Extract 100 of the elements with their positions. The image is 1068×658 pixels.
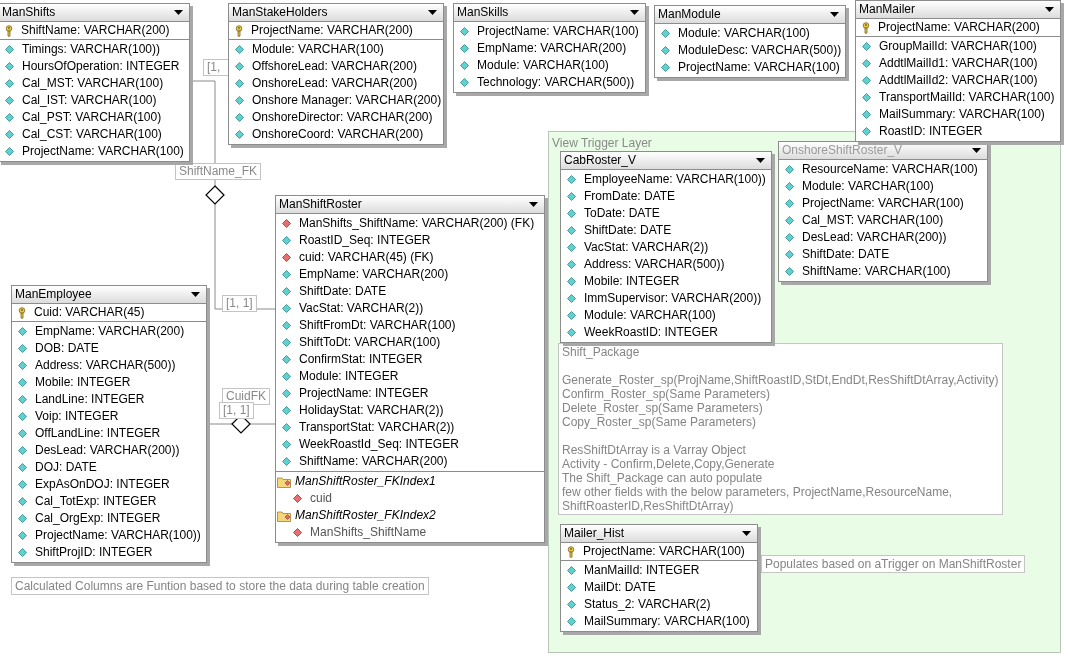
column-name: Cal_PST: VARCHAR(100) bbox=[22, 109, 162, 126]
column-name: Cal_MST: VARCHAR(100) bbox=[22, 75, 164, 92]
column-name: ProjectName: VARCHAR(100) bbox=[477, 23, 639, 40]
index-column: ManShifts_ShiftName bbox=[310, 524, 427, 541]
column-name: ProjectName: INTEGER bbox=[299, 385, 429, 402]
column-name: RoastID: INTEGER bbox=[879, 123, 983, 140]
column-name: ManShifts_ShiftName: VARCHAR(200) (FK) bbox=[299, 215, 535, 232]
column-name: Timings: VARCHAR(100)) bbox=[22, 41, 161, 58]
table-name: OnshoreShiftRoster_V bbox=[782, 142, 903, 159]
column-name: ProjectName: VARCHAR(200) bbox=[251, 22, 413, 39]
column-name: ModuleDesc: VARCHAR(500)) bbox=[678, 42, 842, 59]
relationship-label: ShiftName_FK bbox=[175, 163, 262, 180]
note-line: Generate_Roster_sp(ProjName,ShiftRoastID,StDt,EndDt,ResShiftDtArray,Activity) bbox=[562, 373, 999, 387]
column-name: Cal_MST: VARCHAR(100) bbox=[802, 212, 944, 229]
column-name: OnshoreCoord: VARCHAR(200) bbox=[252, 126, 424, 143]
note-line: Confirm_Roster_sp(Same Parameters) bbox=[562, 387, 772, 401]
column-name: Cuid: VARCHAR(45) bbox=[34, 304, 145, 321]
note-line: Populates based on aTrigger on ManShiftRoster bbox=[765, 557, 1022, 571]
column-name: Status_2: VARCHAR(2) bbox=[584, 596, 711, 613]
table-name: ManMailer bbox=[859, 1, 915, 18]
column-name: ResourceName: VARCHAR(100) bbox=[802, 161, 978, 178]
column-name: Onshore Manager: VARCHAR(200) bbox=[252, 92, 442, 109]
table-header[interactable]: Mailer_Hist bbox=[561, 525, 757, 543]
column-name: Cal_OrgExp: INTEGER bbox=[35, 510, 161, 527]
table-header[interactable]: ManSkills bbox=[454, 4, 645, 22]
note-line: Copy_Roster_sp(Same Parameters) bbox=[562, 415, 758, 429]
column-name: DOB: DATE bbox=[35, 340, 99, 357]
column-name: Voip: INTEGER bbox=[35, 408, 119, 425]
table-name: ManModule bbox=[658, 6, 721, 23]
table-name: ManStakeHolders bbox=[232, 4, 328, 21]
column-name: Cal_TotExp: INTEGER bbox=[35, 493, 157, 510]
column-name: Module: VARCHAR(100) bbox=[252, 41, 384, 58]
table-header[interactable]: ManModule bbox=[655, 6, 845, 24]
column-name: RoastID_Seq: INTEGER bbox=[299, 232, 431, 249]
column-name: Module: VARCHAR(100) bbox=[477, 57, 609, 74]
table-name: ManShiftRoster bbox=[279, 196, 362, 213]
column-name: EmpName: VARCHAR(200) bbox=[35, 323, 185, 340]
note-line: Activity - Confirm,Delete,Copy,Generate bbox=[562, 457, 776, 471]
column-name: ProjectName: VARCHAR(100) bbox=[802, 195, 964, 212]
note-line: The Shift_Package can auto populate bbox=[562, 471, 764, 485]
column-name: ProjectName: VARCHAR(100) bbox=[583, 543, 745, 560]
column-name: DesLead: VARCHAR(200)) bbox=[802, 229, 947, 246]
column-name: Module: VARCHAR(100) bbox=[802, 178, 934, 195]
table-name: CabRoster_V bbox=[564, 152, 637, 169]
layer-title: View Trigger Layer bbox=[552, 135, 652, 152]
column-name: WeekRoastID: INTEGER bbox=[584, 324, 718, 341]
column-name: Cal_IST: VARCHAR(100) bbox=[22, 92, 157, 109]
column-name: OnshoreDirector: VARCHAR(200) bbox=[252, 109, 433, 126]
table-header[interactable]: ManEmployee bbox=[12, 286, 206, 304]
column-name: ShiftName: VARCHAR(200) bbox=[21, 22, 170, 39]
table-header[interactable]: ManStakeHolders bbox=[229, 4, 443, 22]
column-name: ProjectName: VARCHAR(100) bbox=[678, 59, 840, 76]
column-name: DesLead: VARCHAR(200)) bbox=[35, 442, 180, 459]
column-name: ShiftDate: DATE bbox=[802, 246, 890, 263]
column-name: Technology: VARCHAR(500)) bbox=[477, 74, 635, 91]
index-column: cuid bbox=[310, 490, 332, 507]
column-name: AddtlMailId1: VARCHAR(100) bbox=[879, 55, 1038, 72]
column-name: OffLandLine: INTEGER bbox=[35, 425, 161, 442]
column-name: AddtlMailId2: VARCHAR(100) bbox=[879, 72, 1038, 89]
table-header[interactable]: ManShiftRoster bbox=[276, 196, 544, 214]
note-line: Shift_Package bbox=[562, 345, 641, 359]
note-line: ResShiftDtArray is a Varray Object bbox=[562, 443, 747, 457]
table-header[interactable]: ManShifts bbox=[0, 4, 189, 22]
column-name: Module: VARCHAR(100) bbox=[584, 307, 716, 324]
table-name: ManSkills bbox=[457, 4, 509, 21]
index-name: ManShiftRoster_FKIndex2 bbox=[295, 507, 436, 524]
note-line: few other fields with the below parameters, ProjectName,ResourceName, bbox=[562, 485, 954, 499]
column-name: HoursOfOperation: INTEGER bbox=[22, 58, 180, 75]
cardinality-label: [1, bbox=[203, 59, 230, 76]
column-name: Address: VARCHAR(500)) bbox=[35, 357, 176, 374]
column-name: OnshoreLead: VARCHAR(200) bbox=[252, 75, 418, 92]
column-name: ShiftDate: DATE bbox=[584, 222, 672, 239]
column-name: cuid: VARCHAR(45) (FK) bbox=[299, 249, 434, 266]
column-name: Mobile: INTEGER bbox=[35, 374, 131, 391]
column-name: OffshoreLead: VARCHAR(200) bbox=[252, 58, 417, 75]
cardinality-label: [1, 1] bbox=[219, 402, 254, 419]
table-name: Mailer_Hist bbox=[564, 525, 624, 542]
column-name: FromDate: DATE bbox=[584, 188, 676, 205]
table-name: ManEmployee bbox=[15, 286, 92, 303]
index-name: ManShiftRoster_FKIndex1 bbox=[295, 473, 436, 490]
column-name: TransportMailId: VARCHAR(100) bbox=[879, 89, 1055, 106]
column-name: Cal_CST: VARCHAR(100) bbox=[22, 126, 162, 143]
column-name: Address: VARCHAR(500)) bbox=[584, 256, 725, 273]
column-name: ProjectName: VARCHAR(100) bbox=[22, 143, 184, 160]
table-header[interactable]: CabRoster_V bbox=[561, 152, 771, 170]
column-name: DOJ: DATE bbox=[35, 459, 97, 476]
cardinality-label: [1, 1] bbox=[222, 295, 257, 312]
column-name: Module: VARCHAR(100) bbox=[678, 25, 810, 42]
column-name: HolidayStat: VARCHAR(2)) bbox=[299, 402, 444, 419]
column-name: WeekRoastId_Seq: INTEGER bbox=[299, 436, 459, 453]
column-name: ExpAsOnDOJ: INTEGER bbox=[35, 476, 170, 493]
column-name: Mobile: INTEGER bbox=[584, 273, 680, 290]
column-name: ShiftName: VARCHAR(100) bbox=[802, 263, 951, 280]
table-header[interactable]: ManMailer bbox=[856, 1, 1060, 19]
column-name: VacStat: VARCHAR(2)) bbox=[299, 300, 424, 317]
column-name: ManMailId: INTEGER bbox=[584, 562, 700, 579]
column-name: GroupMailId: VARCHAR(100) bbox=[879, 38, 1037, 55]
column-name: Module: INTEGER bbox=[299, 368, 399, 385]
column-name: ShiftProjID: INTEGER bbox=[35, 544, 153, 561]
column-name: EmployeeName: VARCHAR(100)) bbox=[584, 171, 766, 188]
